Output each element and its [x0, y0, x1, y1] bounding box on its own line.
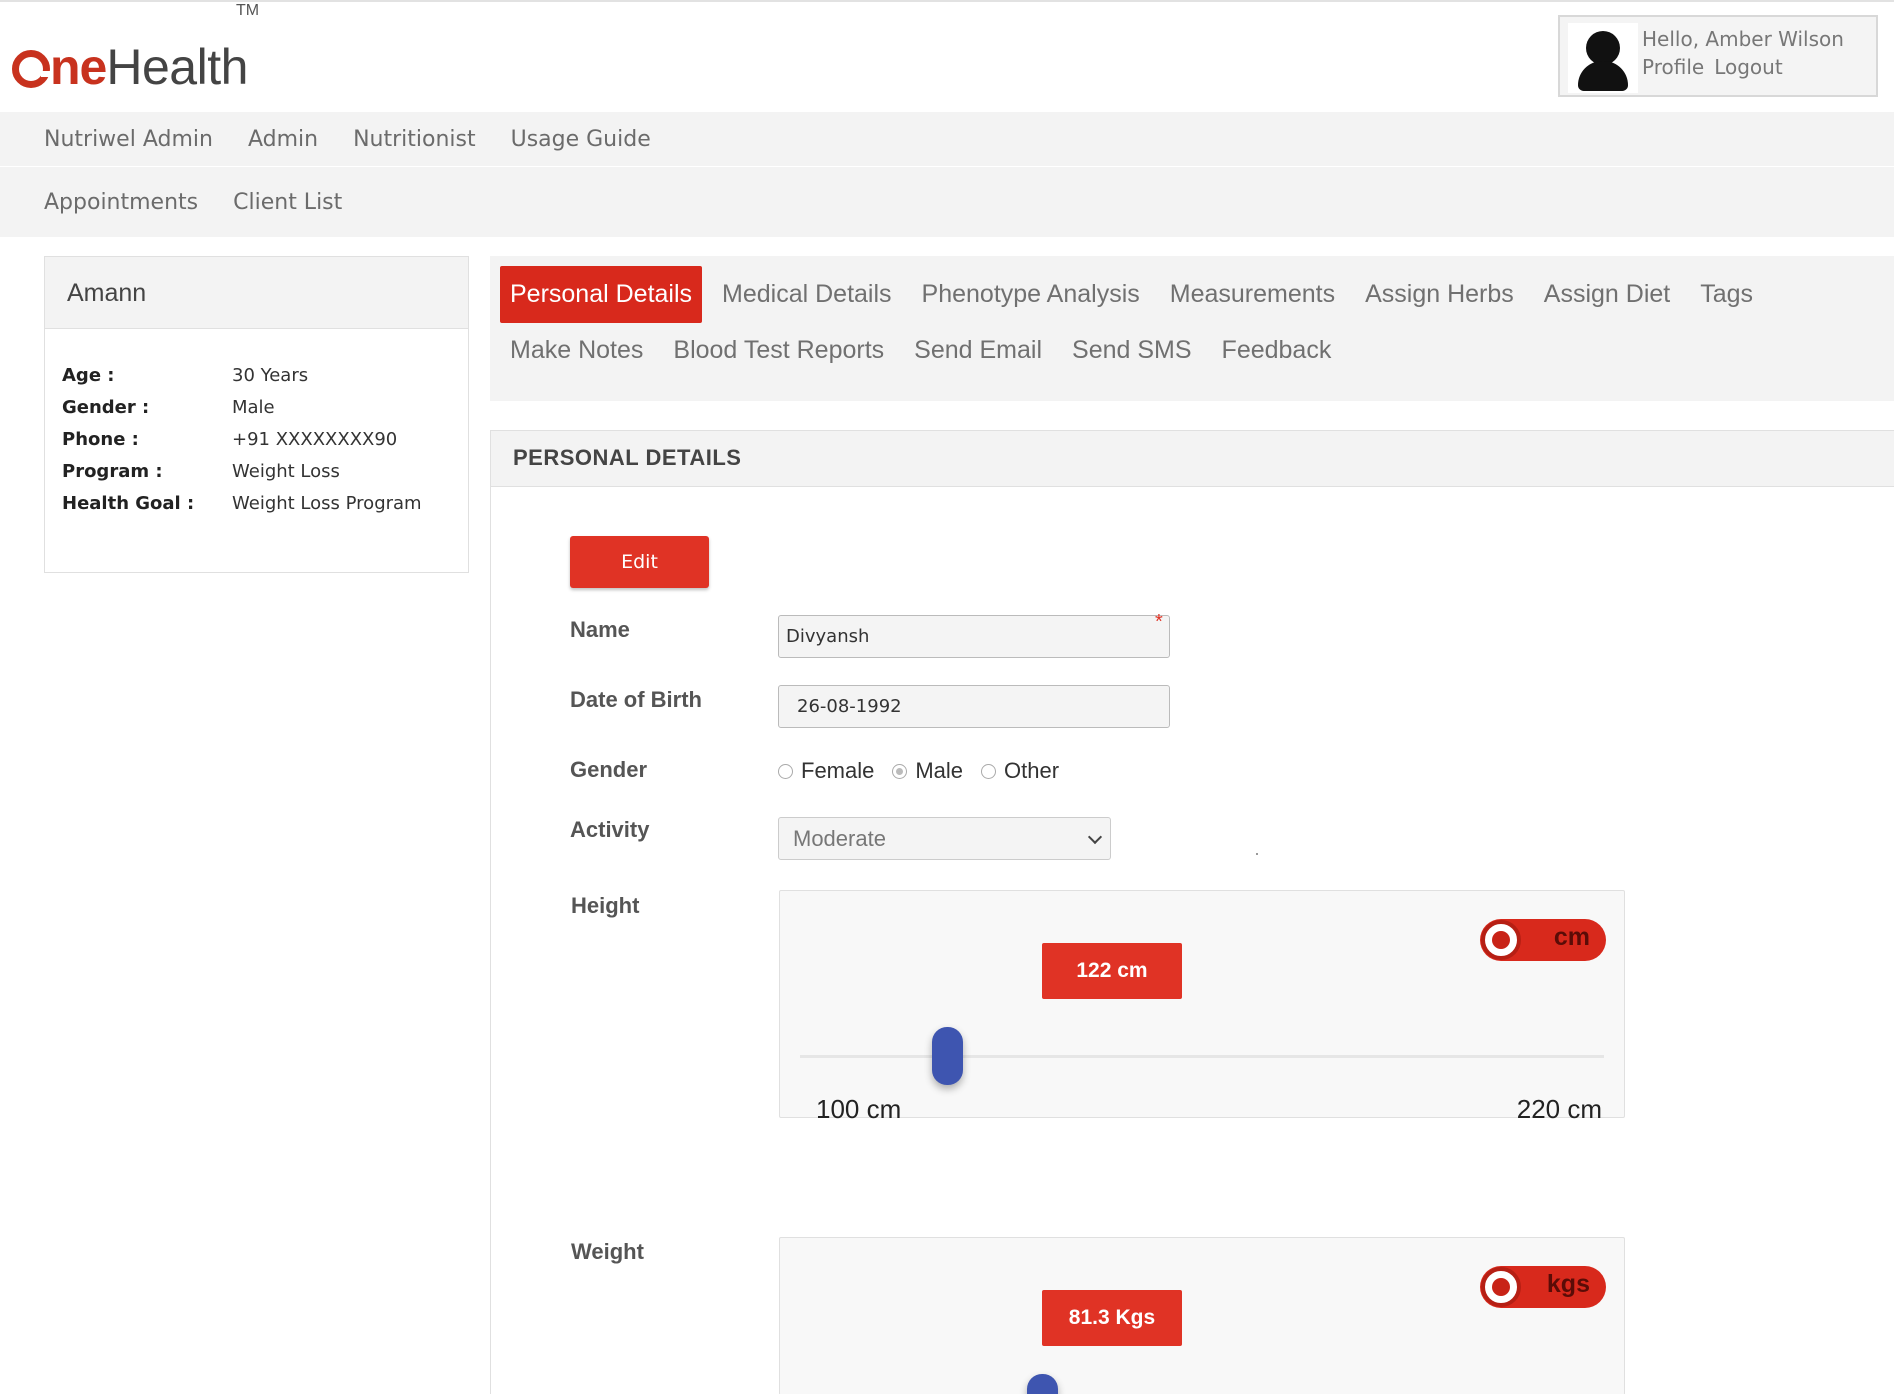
radio-male[interactable] — [892, 763, 908, 779]
stray-dot — [1256, 853, 1258, 855]
patient-phone-row: Phone : +91 XXXXXXXX90 — [45, 423, 468, 455]
phone-value: +91 XXXXXXXX90 — [232, 428, 398, 450]
user-account-box: Hello, Amber Wilson Profile Logout — [1558, 15, 1878, 97]
program-label: Program : — [62, 460, 163, 482]
required-marker: * — [1155, 611, 1163, 633]
tab-send-email[interactable]: Send Email — [904, 326, 1052, 375]
tab-assign-diet[interactable]: Assign Diet — [1534, 270, 1680, 319]
user-greeting: Hello, Amber Wilson — [1642, 27, 1844, 51]
weight-label: Weight — [571, 1239, 644, 1264]
gender-value: Male — [232, 396, 275, 418]
weight-unit-toggle[interactable]: kgs — [1480, 1266, 1606, 1308]
height-min-label: 100 cm — [816, 1094, 902, 1124]
app-header: ne Health TM Hello, Amber Wilson Profile… — [0, 2, 1894, 112]
gender-label: Gender : — [62, 396, 150, 418]
toggle-knob — [1481, 920, 1521, 960]
activity-select[interactable]: Moderate — [778, 817, 1111, 860]
height-slider-track[interactable] — [800, 1055, 1604, 1058]
activity-selected-value: Moderate — [793, 826, 886, 851]
patient-age-row: Age : 30 Years — [45, 359, 468, 391]
trademark-mark: TM — [236, 2, 260, 19]
name-label: Name — [570, 617, 630, 642]
user-links: Profile Logout — [1642, 55, 1783, 79]
tab-measurements[interactable]: Measurements — [1160, 270, 1345, 319]
dob-input[interactable] — [778, 685, 1170, 728]
gender-option-other[interactable]: Other — [981, 758, 1059, 784]
client-tabs-panel: Personal Details Medical Details Phenoty… — [490, 256, 1894, 401]
patient-info-list: Age : 30 Years Gender : Male Phone : +91… — [45, 329, 468, 519]
nav-admin[interactable]: Admin — [248, 127, 318, 152]
nav-appointments[interactable]: Appointments — [44, 190, 198, 215]
tab-personal-details[interactable]: Personal Details — [500, 266, 703, 323]
logout-link[interactable]: Logout — [1714, 55, 1782, 79]
nav-nutriwel-admin[interactable]: Nutriwel Admin — [44, 127, 213, 152]
tabs-row-2: Make Notes Blood Test Reports Send Email… — [500, 326, 1341, 375]
height-label: Height — [571, 893, 640, 918]
chevron-down-icon — [1087, 829, 1103, 845]
name-input[interactable] — [778, 615, 1170, 658]
radio-male-label: Male — [915, 758, 964, 783]
height-max-label: 220 cm — [1516, 1094, 1602, 1124]
separator-dot — [1510, 291, 1512, 293]
nav-nutritionist[interactable]: Nutritionist — [353, 127, 476, 152]
logo-swirl-icon — [12, 50, 51, 88]
patient-program-row: Program : Weight Loss — [45, 455, 468, 487]
gender-radio-group: Female Male Other — [778, 758, 1059, 784]
patient-name: Amann — [45, 257, 468, 329]
logo-text-health: Health — [106, 39, 248, 95]
height-unit-label: cm — [1553, 923, 1590, 951]
health-goal-value: Weight Loss Program — [232, 492, 422, 514]
weight-slider-thumb[interactable] — [1027, 1374, 1059, 1394]
personal-details-panel: PERSONAL DETAILS Edit Name * Date of Bir… — [490, 430, 1894, 1394]
height-value-bubble: 122 cm — [1042, 943, 1182, 999]
tab-medical-details[interactable]: Medical Details — [712, 270, 902, 319]
tabs-row-1: Personal Details Medical Details Phenoty… — [500, 266, 1763, 323]
health-goal-label: Health Goal : — [62, 492, 195, 514]
primary-nav: Nutriwel Admin Admin Nutritionist Usage … — [0, 112, 1894, 166]
age-label: Age : — [62, 364, 115, 386]
age-value: 30 Years — [232, 364, 309, 386]
gender-field-label: Gender — [570, 757, 648, 782]
tab-phenotype-analysis[interactable]: Phenotype Analysis — [912, 270, 1150, 319]
logo-text-ne: ne — [50, 39, 107, 95]
nav-client-list[interactable]: Client List — [233, 190, 342, 215]
gender-option-female[interactable]: Female — [778, 758, 874, 784]
patient-summary-card: Amann Age : 30 Years Gender : Male Phone… — [44, 256, 469, 573]
radio-other[interactable] — [981, 763, 997, 779]
radio-female[interactable] — [778, 763, 793, 779]
dob-label: Date of Birth — [570, 687, 702, 712]
secondary-nav: Appointments Client List — [0, 167, 1894, 237]
height-unit-toggle[interactable]: cm — [1480, 919, 1606, 961]
phone-label: Phone : — [62, 428, 139, 450]
section-title: PERSONAL DETAILS — [491, 431, 1894, 487]
tab-send-sms[interactable]: Send SMS — [1062, 326, 1202, 375]
weight-value-bubble: 81.3 Kgs — [1042, 1290, 1182, 1346]
edit-button[interactable]: Edit — [570, 536, 709, 588]
tab-blood-test-reports[interactable]: Blood Test Reports — [663, 326, 894, 375]
height-slider-card: cm 122 cm 100 cm 220 cm — [779, 890, 1625, 1124]
weight-unit-label: kgs — [1546, 1270, 1590, 1298]
gender-option-male[interactable]: Male — [892, 758, 963, 784]
height-slider-thumb[interactable] — [931, 1027, 963, 1085]
radio-female-label: Female — [801, 758, 875, 783]
tab-feedback[interactable]: Feedback — [1212, 326, 1342, 375]
weight-slider-card: kgs 81.3 Kgs — [779, 1237, 1625, 1394]
user-avatar-icon[interactable] — [1568, 23, 1638, 93]
patient-health-goal-row: Health Goal : Weight Loss Program — [45, 487, 468, 519]
activity-label: Activity — [570, 817, 650, 842]
radio-other-label: Other — [1004, 758, 1060, 783]
patient-gender-row: Gender : Male — [45, 391, 468, 423]
toggle-knob — [1481, 1267, 1521, 1307]
nav-usage-guide[interactable]: Usage Guide — [511, 127, 651, 152]
tab-make-notes[interactable]: Make Notes — [500, 326, 653, 375]
tab-assign-herbs[interactable]: Assign Herbs — [1355, 270, 1524, 319]
profile-link[interactable]: Profile — [1642, 55, 1704, 79]
onehealth-logo[interactable]: ne Health — [12, 32, 248, 92]
program-value: Weight Loss — [232, 460, 340, 482]
tab-tags[interactable]: Tags — [1690, 270, 1763, 319]
